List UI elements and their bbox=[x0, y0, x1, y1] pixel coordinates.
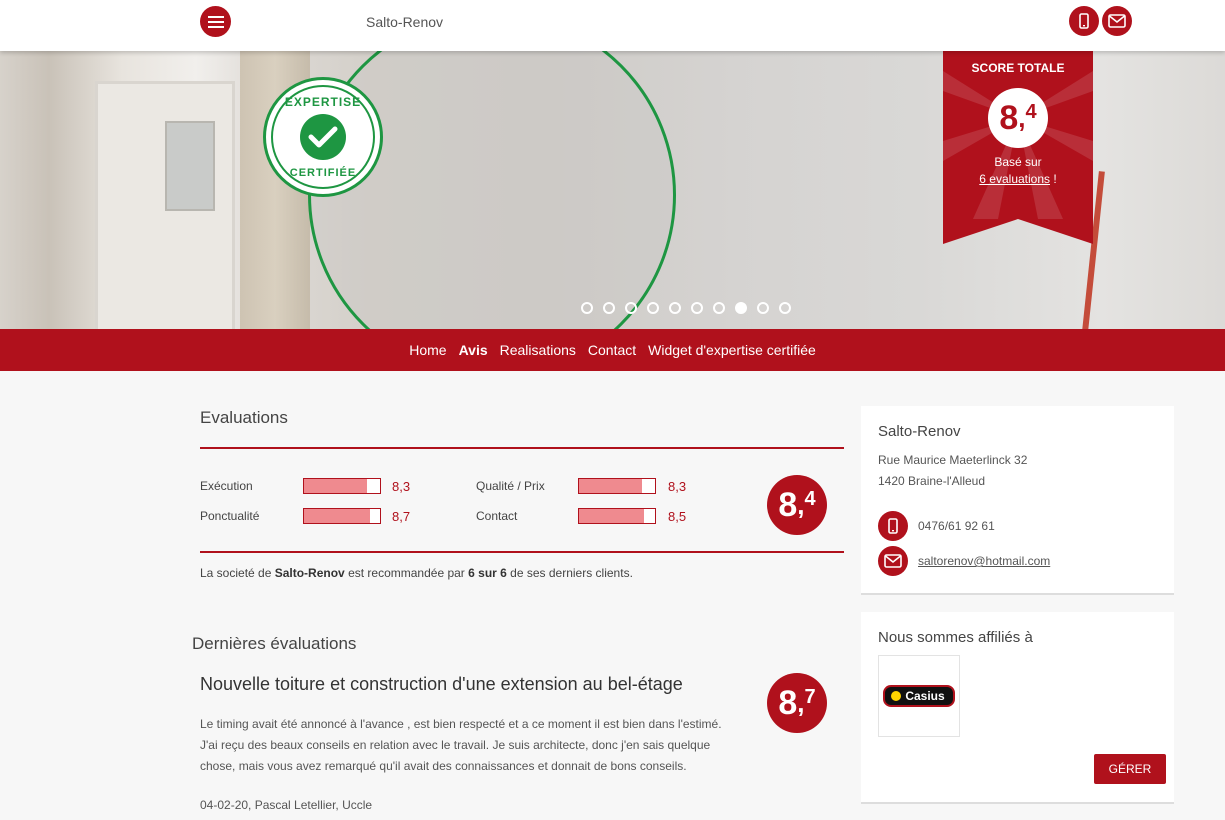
email-button[interactable] bbox=[1102, 6, 1132, 36]
review-score-circle: 8,7 bbox=[767, 673, 827, 733]
email-row: saltorenov@hotmail.com bbox=[878, 546, 1050, 576]
score-ribbon: SCORE TOTALE 8,4 Basé sur 6 evaluations … bbox=[943, 51, 1093, 244]
divider bbox=[200, 551, 844, 553]
nav-avis[interactable]: Avis bbox=[459, 342, 488, 358]
slider-dot[interactable] bbox=[625, 302, 637, 314]
recommend-mid: est recommandée par bbox=[344, 566, 469, 580]
nav-home[interactable]: Home bbox=[409, 342, 446, 358]
menu-button[interactable] bbox=[200, 6, 231, 37]
expertise-certifiee-badge: EXPERTISE CERTIFIÉE bbox=[263, 77, 383, 197]
slider-dot[interactable] bbox=[779, 302, 791, 314]
criterion-bar-fill bbox=[304, 509, 371, 523]
envelope-icon bbox=[1108, 14, 1126, 28]
criterion-score: 8,3 bbox=[392, 479, 411, 494]
criterion-label: Ponctualité bbox=[200, 509, 260, 523]
badge-top-text: EXPERTISE bbox=[284, 95, 362, 109]
email-button[interactable] bbox=[878, 546, 908, 576]
criterion-bar-fill bbox=[579, 479, 643, 493]
address-line-2: 1420 Braine-l'Alleud bbox=[878, 474, 986, 488]
hamburger-icon bbox=[207, 15, 224, 28]
slider-dot[interactable] bbox=[757, 302, 769, 314]
score-title: SCORE TOTALE bbox=[971, 61, 1065, 75]
score-evaluations: 6 evaluations ! bbox=[943, 172, 1093, 186]
criterion-bar bbox=[303, 478, 381, 494]
score-int: 8 bbox=[778, 486, 798, 524]
score-comma: , bbox=[1018, 103, 1026, 133]
nav-widget[interactable]: Widget d'expertise certifiée bbox=[648, 342, 816, 358]
total-score-circle: 8,4 bbox=[988, 88, 1048, 148]
address-line-1: Rue Maurice Maeterlinck 32 bbox=[878, 453, 1028, 467]
criterion-label: Qualité / Prix bbox=[476, 479, 545, 493]
badge-inner: EXPERTISE CERTIFIÉE bbox=[271, 85, 375, 189]
criterion-bar bbox=[578, 478, 656, 494]
review-meta: 04-02-20, Pascal Letellier, Uccle bbox=[200, 798, 373, 812]
casius-logo-text: Casius bbox=[905, 689, 945, 703]
company-name: Salto-Renov bbox=[878, 423, 961, 440]
score-comma: , bbox=[797, 688, 805, 718]
recommend-pre: La societé de bbox=[200, 566, 275, 580]
score-based-on: Basé sur bbox=[994, 155, 1042, 169]
slider-dot[interactable] bbox=[581, 302, 593, 314]
affiliates-title: Nous sommes affiliés à bbox=[878, 629, 1033, 646]
divider bbox=[200, 447, 844, 449]
criterion-label: Contact bbox=[476, 509, 518, 523]
slider-dot[interactable] bbox=[713, 302, 725, 314]
evaluations-title: Evaluations bbox=[200, 408, 288, 427]
manage-button[interactable]: GÉRER bbox=[1094, 754, 1166, 784]
envelope-icon bbox=[884, 554, 902, 568]
slider-dot[interactable] bbox=[735, 302, 747, 314]
phone-button[interactable] bbox=[1069, 6, 1099, 36]
slider-dot[interactable] bbox=[647, 302, 659, 314]
recommend-post: de ses derniers clients. bbox=[506, 566, 633, 580]
site-name[interactable]: Salto-Renov bbox=[366, 14, 443, 30]
criterion-score: 8,3 bbox=[668, 479, 687, 494]
email-link[interactable]: saltorenov@hotmail.com bbox=[918, 554, 1050, 568]
slider-dot[interactable] bbox=[603, 302, 615, 314]
review-text: Le timing avait été annoncé à l'avance ,… bbox=[200, 717, 722, 773]
recommend-count: 6 sur 6 bbox=[468, 566, 507, 580]
slider-dot[interactable] bbox=[669, 302, 681, 314]
check-icon bbox=[300, 114, 346, 160]
criterion-bar-fill bbox=[579, 509, 644, 523]
score-suffix: ! bbox=[1050, 172, 1057, 186]
latest-reviews-title: Dernières évaluations bbox=[192, 634, 357, 653]
top-bar: Salto-Renov bbox=[0, 0, 1225, 51]
review-title: Nouvelle toiture et construction d'une e… bbox=[200, 674, 683, 694]
score-dec: 4 bbox=[804, 488, 816, 510]
score-dec: 4 bbox=[1025, 101, 1037, 123]
criterion-bar bbox=[303, 508, 381, 524]
nav-realisations[interactable]: Realisations bbox=[500, 342, 576, 358]
company-card: Salto-Renov Rue Maurice Maeterlinck 32 1… bbox=[861, 406, 1174, 593]
overall-score-circle: 8,4 bbox=[767, 475, 827, 535]
nav-contact[interactable]: Contact bbox=[588, 342, 636, 358]
recommend-company: Salto-Renov bbox=[274, 566, 345, 580]
score-comma: , bbox=[797, 490, 805, 520]
casius-logo-icon bbox=[891, 691, 902, 701]
criterion-bar-fill bbox=[304, 479, 368, 493]
criterion-bar bbox=[578, 508, 656, 524]
phone-number: 0476/61 92 61 bbox=[918, 519, 995, 533]
casius-logo: Casius bbox=[883, 685, 955, 707]
mobile-phone-icon bbox=[888, 518, 898, 534]
mobile-phone-icon bbox=[1079, 13, 1089, 29]
score-int: 8 bbox=[999, 99, 1019, 137]
phone-button[interactable] bbox=[878, 511, 908, 541]
affiliate-logo[interactable]: Casius bbox=[878, 655, 960, 737]
criterion-score: 8,7 bbox=[392, 509, 411, 524]
score-int: 8 bbox=[778, 684, 798, 722]
score-dec: 7 bbox=[804, 686, 816, 708]
affiliates-card: Nous sommes affiliés à Casius GÉRER bbox=[861, 612, 1174, 802]
recommendation-text: La societé de Salto-Renov est recommandé… bbox=[200, 566, 633, 580]
hero-photo-window bbox=[165, 121, 215, 211]
slider-dot[interactable] bbox=[691, 302, 703, 314]
phone-row: 0476/61 92 61 bbox=[878, 511, 995, 541]
badge-bottom-text: CERTIFIÉE bbox=[289, 167, 357, 179]
evaluations-link[interactable]: 6 evaluations bbox=[979, 172, 1050, 186]
slider-dots bbox=[581, 302, 791, 314]
main-nav: Home Avis Realisations Contact Widget d'… bbox=[0, 329, 1225, 371]
criterion-score: 8,5 bbox=[668, 509, 687, 524]
criterion-label: Exécution bbox=[200, 479, 253, 493]
